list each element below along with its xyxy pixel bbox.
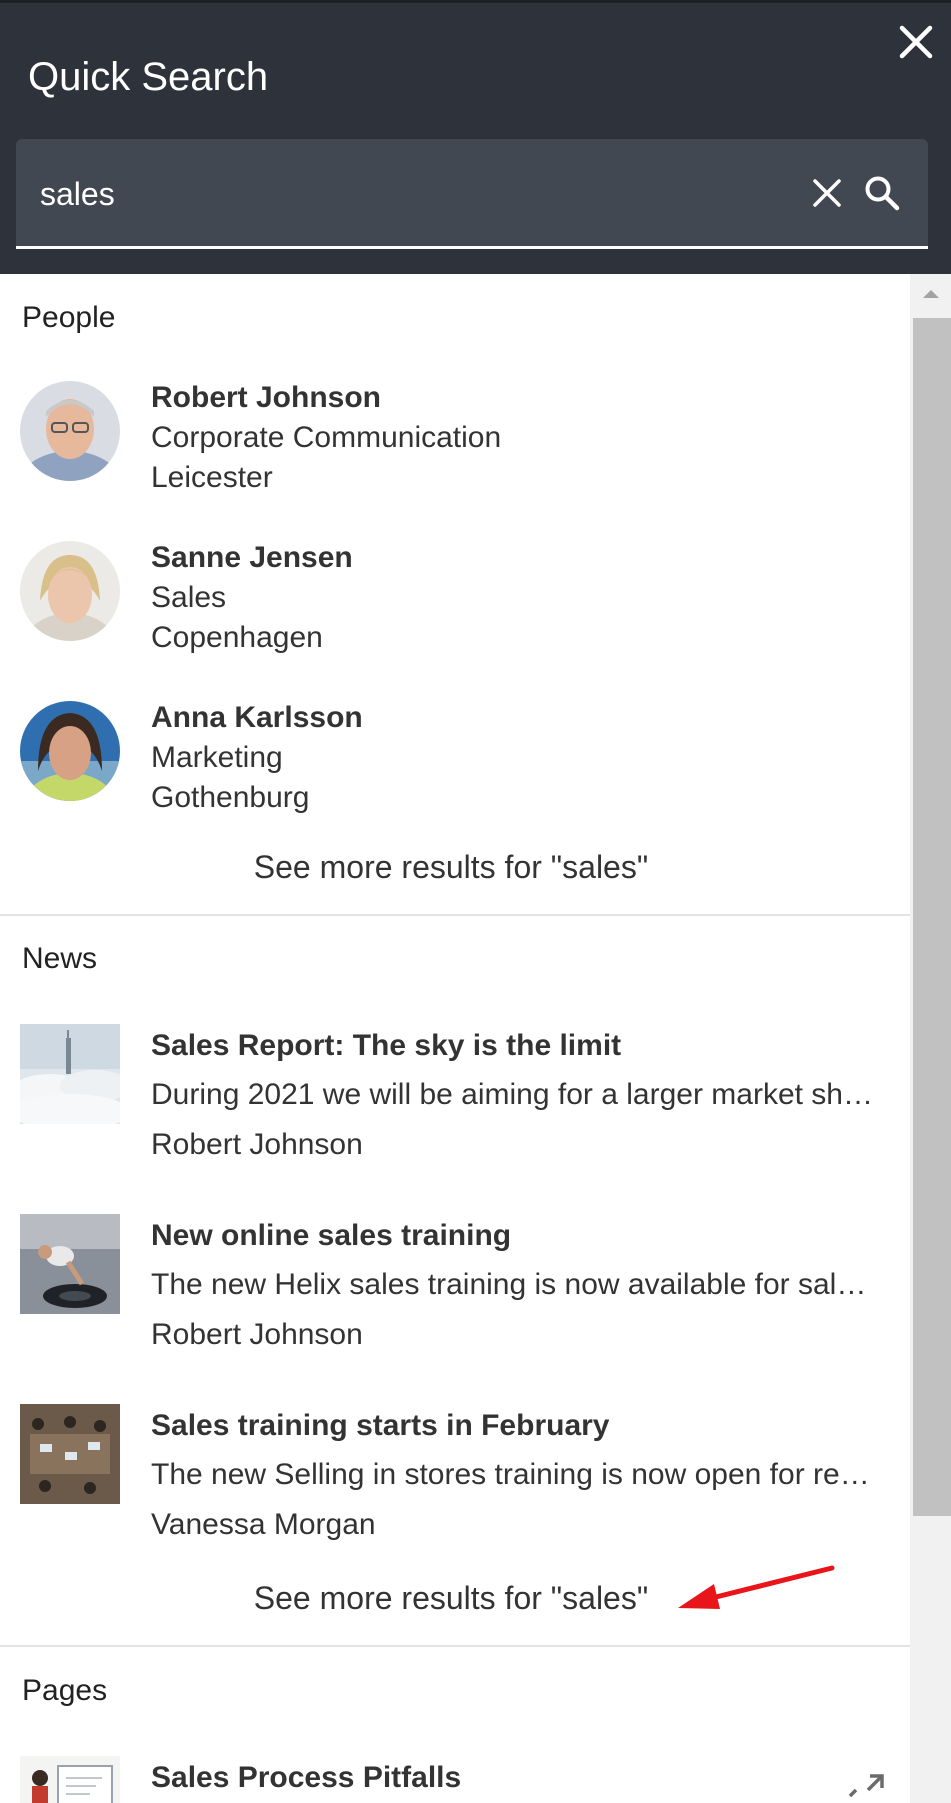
news-thumbnail [20,1024,120,1124]
news-author: Vanessa Morgan [151,1508,376,1541]
news-snippet: The new Selling in stores training is no… [151,1458,876,1491]
person-result[interactable]: Robert Johnson Corporate Communication L… [0,381,910,501]
clear-icon [813,179,841,207]
news-title: Sales training starts in February [151,1409,610,1442]
page-thumbnail [20,1756,120,1803]
close-button[interactable] [890,16,942,68]
search-results: People Robert Johnson Corporate Communic… [0,274,910,1803]
person-result[interactable]: Anna Karlsson Marketing Gothenburg [0,701,910,821]
person-location: Leicester [151,461,273,494]
section-title-pages: Pages [22,1674,108,1707]
page-result[interactable]: Sales Process Pitfalls [0,1756,910,1803]
annotation-arrow-icon [678,1565,835,1609]
search-box [16,139,928,249]
person-name: Sanne Jensen [151,541,353,574]
section-title-news: News [22,942,98,975]
news-thumbnail [20,1214,120,1314]
person-department: Corporate Communication [151,421,502,454]
avatar [20,541,120,641]
person-result[interactable]: Sanne Jensen Sales Copenhagen [0,541,910,661]
person-location: Gothenburg [151,781,310,814]
person-department: Marketing [151,741,283,774]
header-top-border [0,0,951,3]
scroll-up-arrow-icon [922,290,939,298]
news-title: New online sales training [151,1219,512,1252]
section-divider [0,1645,910,1647]
news-snippet: The new Helix sales training is now avai… [151,1268,876,1301]
panel-title: Quick Search [28,55,269,99]
section-title-people: People [22,301,116,334]
results-scrollbar[interactable] [910,274,951,1803]
search-icon [865,176,900,211]
scroll-thumb[interactable] [913,318,951,1516]
clear-search-button[interactable] [802,168,852,218]
news-thumbnail [20,1404,120,1504]
expand-icon[interactable] [846,1772,886,1803]
person-location: Copenhagen [151,621,323,654]
news-author: Robert Johnson [151,1318,363,1351]
news-result[interactable]: New online sales training The new Helix … [0,1214,910,1364]
person-name: Robert Johnson [151,381,381,414]
news-result[interactable]: Sales Report: The sky is the limit Durin… [0,1024,910,1174]
quick-search-header: Quick Search [0,0,951,274]
news-author: Robert Johnson [151,1128,363,1161]
news-title: Sales Report: The sky is the limit [151,1029,622,1062]
news-snippet: During 2021 we will be aiming for a larg… [151,1078,876,1111]
scroll-up-button[interactable] [910,274,951,314]
close-icon [899,25,933,59]
search-button[interactable] [856,168,908,218]
avatar [20,701,120,801]
section-divider [0,914,910,916]
page-title: Sales Process Pitfalls [151,1761,462,1794]
search-input[interactable] [38,165,802,223]
avatar [20,381,120,481]
news-result[interactable]: Sales training starts in February The ne… [0,1404,910,1554]
see-more-people-link[interactable]: See more results for "sales" [0,849,902,886]
person-department: Sales [151,581,227,614]
person-name: Anna Karlsson [151,701,363,734]
